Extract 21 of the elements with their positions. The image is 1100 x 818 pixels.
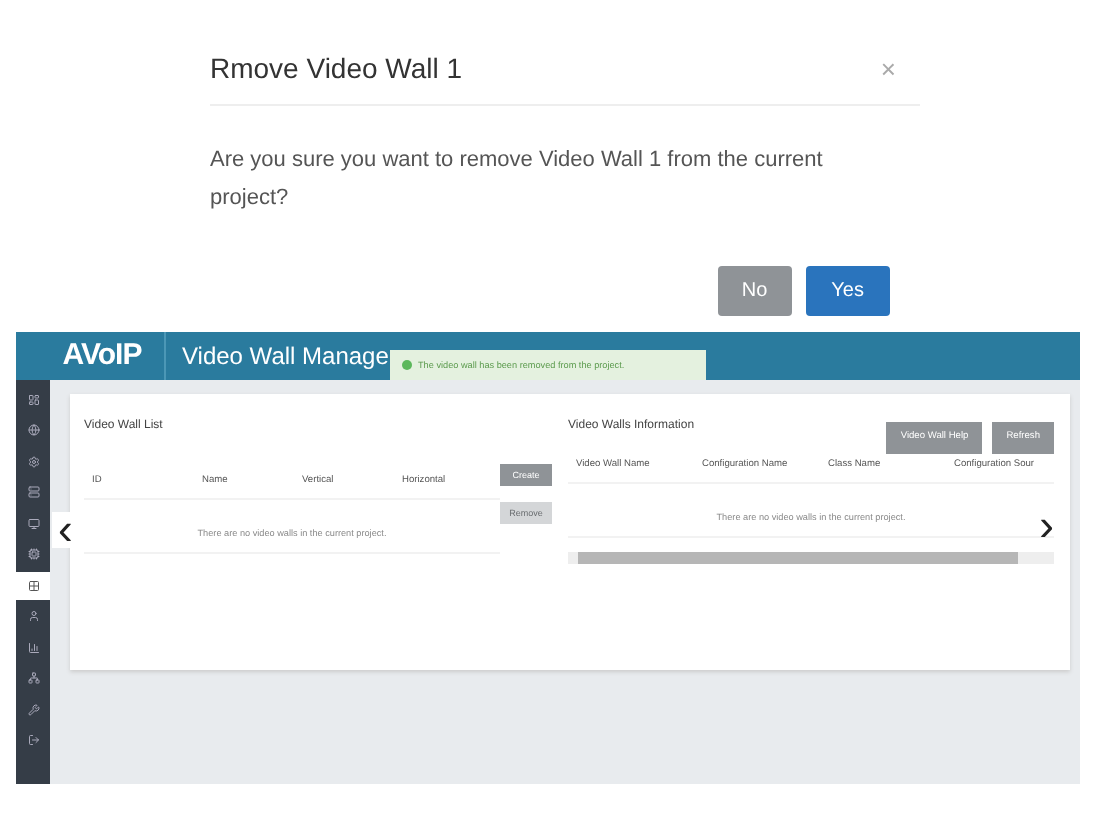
dialog-message: Are you sure you want to remove Video Wall 1 from the current project?: [210, 146, 825, 214]
user-icon: [27, 610, 39, 623]
server-icon: [27, 486, 39, 499]
chart-icon: [27, 641, 39, 654]
settings-icon: [27, 455, 39, 468]
cancel-button[interactable]: No: [717, 266, 792, 316]
page-title: Video Wall Manage: [182, 342, 389, 370]
confirm-button[interactable]: Yes: [805, 266, 890, 316]
sidebar-item[interactable]: [16, 572, 50, 599]
monitor-icon: [27, 517, 39, 530]
dashboard-icon: [27, 393, 39, 406]
dialog-title: Rmove Video Wall 1: [210, 52, 463, 84]
close-button[interactable]: ×: [880, 53, 896, 83]
wrench-icon: [27, 703, 39, 716]
logout-icon: [27, 734, 39, 747]
scrollbar[interactable]: [568, 551, 1054, 563]
success-icon: [402, 360, 412, 370]
globe-icon: [27, 424, 39, 437]
network-icon: [27, 672, 39, 685]
grid-icon: [27, 579, 39, 592]
next-button[interactable]: ›: [1033, 508, 1060, 544]
